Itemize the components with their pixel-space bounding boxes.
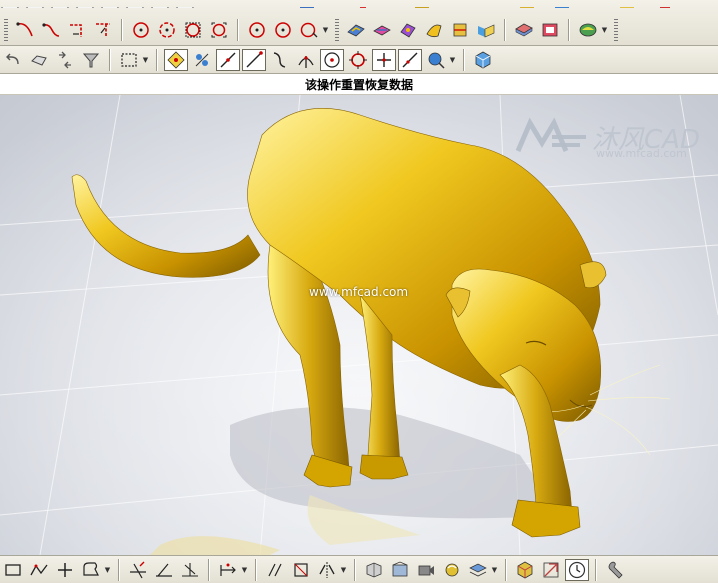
surface-edit-icon[interactable] [396,19,420,41]
curve-icon[interactable] [39,19,63,41]
circle-arrow-icon[interactable] [297,19,321,41]
snap-tangent-icon[interactable] [398,48,422,71]
polyline-icon[interactable] [27,559,51,581]
surface-swap-icon[interactable] [370,19,394,41]
chevron-down-icon[interactable]: ▼ [491,559,498,581]
chevron-down-icon[interactable]: ▼ [449,49,456,71]
perpendicular-icon[interactable] [178,559,202,581]
cube-icon[interactable] [471,49,495,71]
shape-icon[interactable] [27,49,51,71]
shape-outline-icon[interactable] [79,559,103,581]
cube-view-icon[interactable] [513,559,537,581]
toolbar-separator [156,48,158,71]
circle-center-icon[interactable] [129,19,153,41]
main-toolbar: ▼ ▼ [0,0,718,46]
filter-icon[interactable] [79,49,103,71]
spline-icon[interactable] [13,19,37,41]
status-bar: 该操作重置恢复数据 [0,74,718,95]
toolbar-grip[interactable] [614,19,618,41]
snap-end-icon[interactable] [242,48,266,71]
toolbar-separator [463,48,465,71]
chevron-down-icon[interactable]: ▼ [322,19,329,41]
toolbar-separator [109,48,111,71]
select-arrows-icon[interactable] [53,49,77,71]
circle-square-icon[interactable] [181,19,205,41]
snap-grid-icon[interactable] [164,48,188,71]
snap-line-icon[interactable] [216,48,240,71]
undo-icon[interactable] [1,49,25,71]
toolbar-separator [237,19,239,41]
snap-toolbar: ▼ ▼ [0,46,718,74]
circle-point-icon[interactable] [245,19,269,41]
chevron-down-icon[interactable]: ▼ [601,19,608,41]
sketch-toolbar: ▼ ▼ ▼ ▼ [0,555,718,583]
snap-circle-icon[interactable] [346,49,370,71]
chevron-down-icon[interactable]: ▼ [142,49,149,71]
plus-icon[interactable] [53,559,77,581]
site-logo: 沐风CAD www.mfcad.com [512,117,712,165]
toolbar-separator [118,558,120,581]
render-icon[interactable] [440,559,464,581]
project-icon[interactable] [362,559,386,581]
surface-color-icon[interactable] [344,19,368,41]
book-icon[interactable] [512,19,536,41]
toolbar-separator [121,19,123,41]
snap-plus-icon[interactable] [372,48,396,71]
surface-flow-icon[interactable] [422,19,446,41]
toolbar-grip[interactable] [4,19,8,41]
logo-url: www.mfcad.com [596,147,687,160]
toolbar-grip[interactable] [335,19,339,41]
trim-icon[interactable] [126,559,150,581]
toolbar-separator [208,558,210,581]
snap-center-icon[interactable] [320,48,344,71]
toolbar-separator [505,558,507,581]
snap-intersection-icon[interactable] [294,49,318,71]
circle-bracket-icon[interactable] [207,19,231,41]
toolbar-separator [568,19,570,41]
clock-icon[interactable] [565,558,589,581]
mirror-icon[interactable] [315,559,339,581]
camera-icon[interactable] [414,559,438,581]
constraint-icon[interactable] [289,559,313,581]
chevron-down-icon[interactable]: ▼ [340,559,347,581]
feather-icon[interactable] [539,559,563,581]
chevron-down-icon[interactable]: ▼ [241,559,248,581]
rectangle-select-icon[interactable] [117,49,141,71]
toolbar-separator [255,558,257,581]
dimension-icon[interactable] [216,559,240,581]
layer-icon[interactable] [466,559,490,581]
toolbar-separator [354,558,356,581]
parallel-icon[interactable] [263,559,287,581]
status-message: 该操作重置恢复数据 [304,77,413,92]
watermark-text: www.mfcad.com [309,285,409,299]
toolbar-separator [595,558,597,581]
shading-icon[interactable] [576,19,600,41]
fillet-icon[interactable] [91,19,115,41]
logo-mark [515,117,586,152]
snap-cross-icon[interactable] [190,49,214,71]
snap-curve-icon[interactable] [268,49,292,71]
corner-icon[interactable] [65,19,89,41]
graphics-viewport[interactable]: www.mfcad.com 沐风CAD www.mfcad.com [0,95,718,555]
chevron-down-icon[interactable]: ▼ [104,559,111,581]
line-angle-icon[interactable] [152,559,176,581]
wrench-icon[interactable] [603,559,627,581]
arc-point-icon[interactable] [155,19,179,41]
card-icon[interactable] [538,19,562,41]
surface-trim-icon[interactable] [448,19,472,41]
toolbar-cut-row [0,0,718,8]
rectangle-icon[interactable] [1,559,25,581]
surface-map-icon[interactable] [474,19,498,41]
view-orient-icon[interactable] [388,559,412,581]
toolbar-separator [504,19,506,41]
circle-arc-icon[interactable] [271,19,295,41]
snap-globe-icon[interactable] [424,49,448,71]
